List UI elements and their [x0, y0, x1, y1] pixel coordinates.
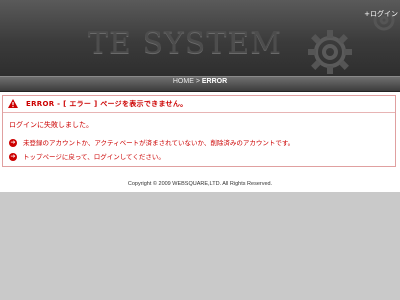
- top-page-link[interactable]: トップページに戻って、ログインしてください。: [23, 153, 165, 161]
- gear-icon: [308, 30, 352, 74]
- arrow-right-circle-icon: ➔: [9, 153, 17, 161]
- error-header: ERROR - [ エラー ] ページを表示できません。: [3, 96, 395, 113]
- breadcrumb-separator: >: [195, 78, 200, 85]
- gear-small-icon: [373, 9, 395, 31]
- breadcrumb-bar: HOME > ERROR: [0, 76, 400, 92]
- copyright-text: Copyright © 2009 WEBSQUARE,LTD. All Righ…: [127, 181, 273, 187]
- arrow-right-circle-icon: ➔: [9, 139, 17, 147]
- site-header: TE SYSTEM +ログイン: [0, 0, 400, 76]
- error-message: ログインに失敗しました。: [9, 121, 93, 129]
- error-detail-item: ➔ 未登録のアカウントか、アクティベートが済まされていないか、削除済みのアカウント…: [9, 137, 294, 147]
- breadcrumb: HOME > ERROR: [0, 78, 400, 85]
- top-page-link-item[interactable]: ➔ トップページに戻って、ログインしてください。: [9, 151, 165, 161]
- breadcrumb-current: ERROR: [201, 78, 228, 85]
- brand-logo-text: TE SYSTEM: [88, 26, 282, 61]
- breadcrumb-home-link[interactable]: HOME: [173, 78, 194, 85]
- warning-icon: [8, 99, 18, 108]
- main-content: ERROR - [ エラー ] ページを表示できません。 ログインに失敗しました…: [0, 92, 400, 192]
- error-box: ERROR - [ エラー ] ページを表示できません。 ログインに失敗しました…: [2, 95, 396, 167]
- login-link[interactable]: +ログイン: [364, 9, 398, 19]
- error-detail-text: 未登録のアカウントか、アクティベートが済まされていないか、削除済みのアカウントで…: [23, 139, 295, 147]
- error-title: ERROR - [ エラー ] ページを表示できません。: [26, 100, 188, 108]
